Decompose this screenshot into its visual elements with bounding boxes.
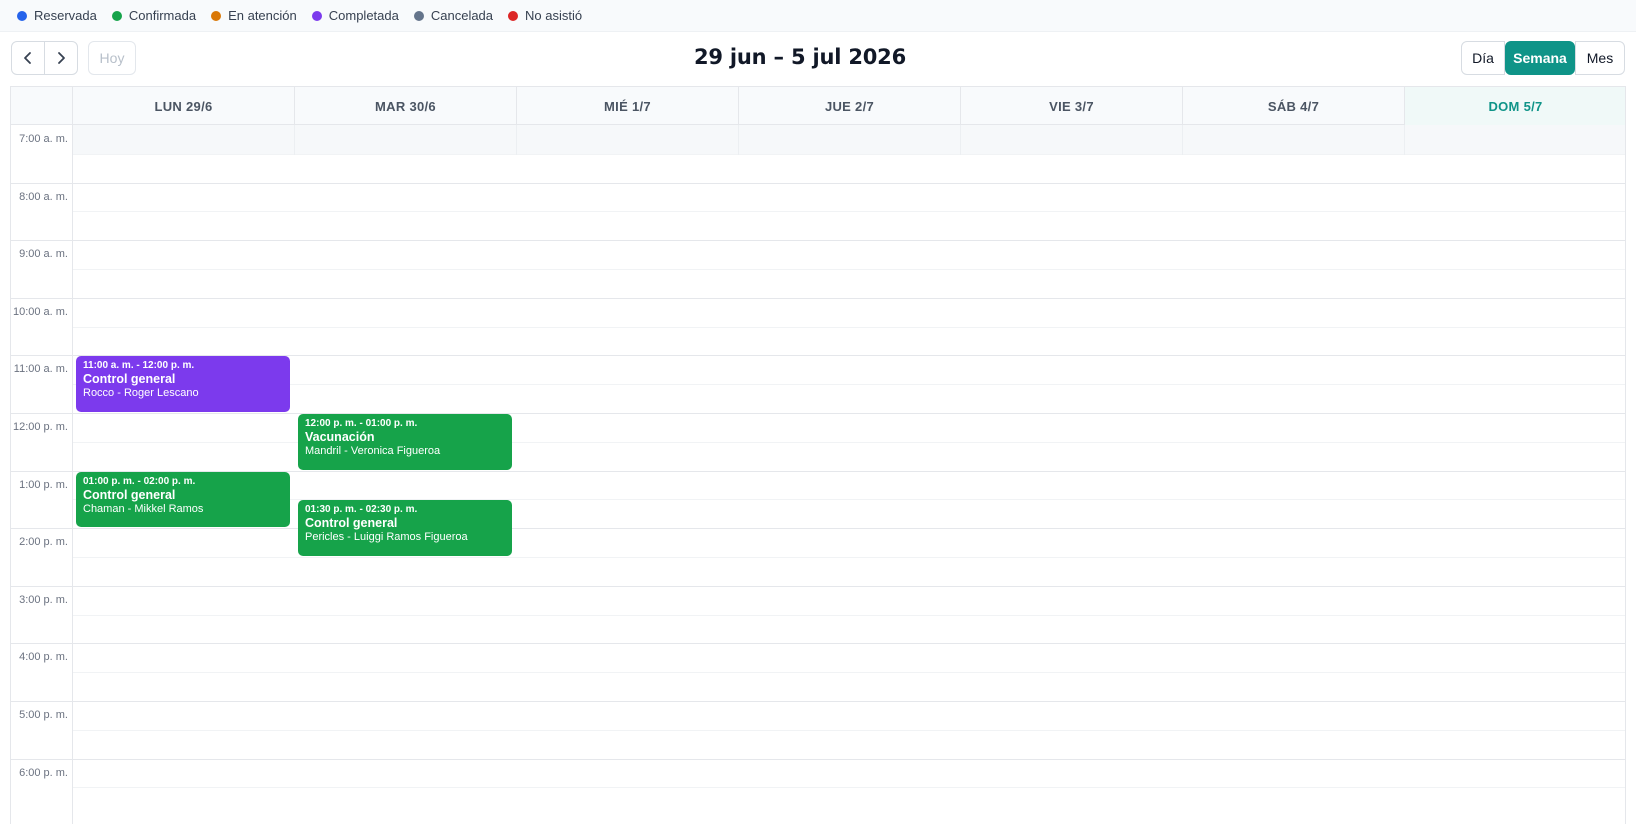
day-header[interactable]: MAR 30/6 (295, 87, 517, 125)
legend-item: Completada (311, 8, 399, 23)
half-hour-line (73, 326, 1625, 328)
half-hour-line (73, 384, 1625, 386)
hour-line (11, 528, 1625, 530)
legend-label: En atención (228, 8, 297, 23)
legend-label: Reservada (34, 8, 97, 23)
legend-label: No asistió (525, 8, 583, 23)
status-dot-icon (508, 10, 519, 21)
status-dot-icon (111, 10, 122, 21)
time-label: 10:00 a. m. (12, 305, 68, 318)
half-hour-line (73, 787, 1625, 789)
header-corner (11, 87, 73, 125)
hour-line (11, 182, 1625, 184)
time-label: 11:00 a. m. (13, 363, 68, 376)
half-hour-line (73, 153, 1625, 155)
half-hour-line (73, 672, 1625, 674)
day-header[interactable]: DOM 5/7 (1405, 87, 1625, 125)
time-column: 7:00 a. m. 8:00 a. m. 9:00 a. m. 10:00 a. m… (11, 125, 73, 824)
status-legend: Reservada Confirmada En atención Completada… (0, 0, 1636, 32)
event-time: 11:00 a. m. - 12:00 p. m. (83, 360, 195, 372)
appointment-event[interactable]: 01:00 p. m. - 02:00 p. m. Control general… (76, 471, 290, 528)
day-header[interactable]: JUE 2/7 (739, 87, 961, 125)
time-label: 9:00 a. m. (19, 248, 68, 261)
time-label: 6:00 p. m. (19, 766, 68, 779)
half-hour-line (73, 614, 1625, 616)
hour-line (11, 240, 1625, 242)
legend-item: No asistió (508, 8, 582, 23)
calendar-toolbar: Hoy 29 jun – 5 jul 2026 Día Semana Mes (0, 32, 1636, 84)
half-hour-line (73, 729, 1625, 731)
legend-label: Confirmada (128, 8, 197, 23)
week-calendar: LUN 29/6 MAR 30/6 MIÉ 1/7 JUE 2/7 VIE 3/7 SÁB… (10, 86, 1626, 824)
time-label: 4:00 p. m. (19, 651, 68, 664)
status-dot-icon (413, 10, 424, 21)
hour-line (11, 643, 1625, 645)
event-title: Control general (83, 372, 176, 387)
day-header[interactable]: VIE 3/7 (961, 87, 1183, 125)
event-patient: Pericles - Luiggi Ramos Figueroa (305, 531, 468, 544)
time-grid[interactable]: 7:00 a. m. 8:00 a. m. 9:00 a. m. 10:00 a. m… (11, 125, 1625, 824)
day-header[interactable]: LUN 29/6 (73, 87, 295, 125)
status-dot-icon (311, 10, 322, 21)
legend-item: Reservada (17, 8, 97, 23)
hour-line (11, 297, 1625, 299)
day-header[interactable]: SÁB 4/7 (1183, 87, 1405, 125)
column-divider (738, 125, 739, 155)
event-patient: Rocco - Roger Lescano (83, 387, 199, 400)
appointment-event[interactable]: 11:00 a. m. - 12:00 p. m. Control general… (76, 356, 290, 412)
event-time: 12:00 p. m. - 01:00 p. m. (305, 418, 418, 429)
day-header-row: LUN 29/6 MAR 30/6 MIÉ 1/7 JUE 2/7 VIE 3/7 SÁB… (11, 87, 1625, 125)
event-title: Vacunación (305, 430, 375, 444)
view-week-button[interactable]: Semana (1505, 41, 1575, 75)
legend-label: Completada (328, 8, 399, 23)
time-label: 3:00 p. m. (19, 593, 68, 606)
hour-line (11, 758, 1625, 760)
column-divider (516, 125, 517, 155)
time-label: 8:00 a. m. (19, 190, 68, 203)
status-dot-icon (211, 10, 222, 21)
time-label: 7:00 a. m. (19, 133, 68, 145)
time-label: 1:00 p. m. (19, 478, 68, 491)
event-time: 01:30 p. m. - 02:30 p. m. (305, 504, 418, 516)
hour-line (11, 701, 1625, 702)
column-divider (960, 125, 961, 155)
half-hour-line (73, 269, 1625, 270)
appointment-event[interactable]: 12:00 p. m. - 01:00 p. m. Vacunación Mandr… (298, 414, 512, 470)
event-patient: Mandril - Veronica Figueroa (305, 445, 441, 457)
column-divider (294, 125, 295, 155)
view-day-button[interactable]: Día (1461, 41, 1505, 75)
day-header[interactable]: MIÉ 1/7 (517, 87, 739, 125)
view-month-button[interactable]: Mes (1575, 41, 1625, 75)
time-label: 12:00 p. m. (12, 421, 68, 433)
hour-line (11, 585, 1625, 587)
status-dot-icon (17, 10, 27, 21)
first-slot-band (73, 125, 1625, 155)
legend-item: Cancelada (413, 8, 494, 23)
event-title: Control general (83, 487, 176, 502)
appointment-event[interactable]: 01:30 p. m. - 02:30 p. m. Control general… (298, 500, 512, 556)
period-title: 29 jun – 5 jul 2026 (694, 45, 906, 69)
view-switcher: Día Semana Mes (1461, 41, 1625, 75)
column-divider (1404, 125, 1405, 155)
legend-item: En atención (211, 8, 297, 23)
event-time: 01:00 p. m. - 02:00 p. m. (83, 475, 196, 487)
time-label: 5:00 p. m. (19, 709, 68, 721)
event-patient: Chaman - Mikkel Ramos (83, 502, 204, 515)
time-label: 2:00 p. m. (19, 536, 68, 549)
legend-label: Cancelada (430, 8, 494, 23)
half-hour-line (73, 211, 1625, 213)
event-title: Control general (305, 516, 398, 531)
column-divider (1182, 125, 1183, 155)
hour-line (11, 413, 1625, 414)
legend-item: Confirmada (111, 8, 197, 23)
half-hour-line (73, 557, 1625, 558)
